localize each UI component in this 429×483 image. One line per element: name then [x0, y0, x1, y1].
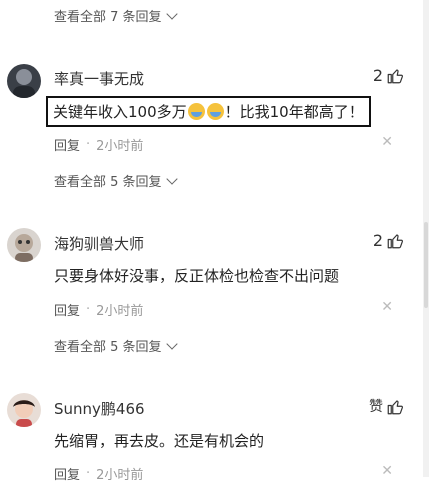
like-button[interactable]: 2: [373, 66, 404, 85]
view-all-replies-label: 查看全部 7 条回复: [54, 10, 162, 25]
scrollbar-thumb[interactable]: [424, 222, 428, 308]
avatar[interactable]: [7, 64, 41, 98]
avatar[interactable]: [7, 228, 41, 262]
separator-dot: ·: [86, 466, 91, 481]
like-count: 2: [372, 66, 383, 85]
crying-laughing-emoji-icon: [187, 103, 205, 120]
chevron-down-icon: [165, 337, 178, 350]
comment-meta: 回复 · 2小时前: [54, 300, 143, 319]
comment-text-part: 关键年收入100多万: [53, 103, 187, 121]
avatar[interactable]: [7, 393, 41, 427]
thumbs-up-icon: [387, 234, 403, 249]
chevron-down-icon: [165, 172, 178, 185]
comment-text: 先缩胃，再去皮。还是有机会的: [54, 432, 265, 450]
view-all-replies-link[interactable]: 查看全部 5 条回复: [54, 171, 178, 190]
like-button[interactable]: 赞: [369, 396, 404, 416]
chevron-down-icon: [165, 7, 178, 20]
view-all-replies-link[interactable]: 查看全部 5 条回复: [54, 336, 178, 355]
view-all-replies-label: 查看全部 5 条回复: [54, 175, 162, 190]
like-count: 2: [372, 231, 383, 250]
reply-button[interactable]: 回复: [54, 300, 80, 319]
timestamp: 2小时前: [96, 139, 144, 154]
separator-dot: ·: [86, 137, 91, 152]
comment-username[interactable]: Sunny鹏466: [54, 398, 145, 419]
view-all-replies-link[interactable]: 查看全部 7 条回复: [54, 6, 178, 25]
timestamp: 2小时前: [96, 304, 144, 319]
comment-text-part: ！比我10年都高了！: [224, 103, 364, 121]
like-button[interactable]: 2: [373, 231, 404, 250]
close-icon[interactable]: ✕: [381, 299, 393, 315]
comment-meta: 回复 · 2小时前: [54, 135, 143, 154]
comment-text: 只要身体好没事，反正体检也检查不出问题: [54, 267, 340, 285]
reply-button[interactable]: 回复: [54, 464, 80, 483]
comment-username[interactable]: 海狗驯兽大师: [54, 233, 144, 254]
separator-dot: ·: [86, 302, 91, 317]
comment-username[interactable]: 率真一事无成: [54, 68, 144, 89]
comment-meta: 回复 · 2小时前: [54, 464, 143, 483]
view-all-replies-label: 查看全部 5 条回复: [54, 340, 162, 355]
reply-button[interactable]: 回复: [54, 135, 80, 154]
crying-laughing-emoji-icon: [206, 103, 224, 120]
comment-text: 关键年收入100多万 ！比我10年都高了！: [46, 96, 371, 127]
thumbs-up-icon: [387, 400, 403, 415]
thumbs-up-icon: [387, 69, 403, 84]
close-icon[interactable]: ✕: [381, 134, 393, 150]
timestamp: 2小时前: [96, 468, 144, 483]
like-label: 赞: [369, 399, 383, 415]
